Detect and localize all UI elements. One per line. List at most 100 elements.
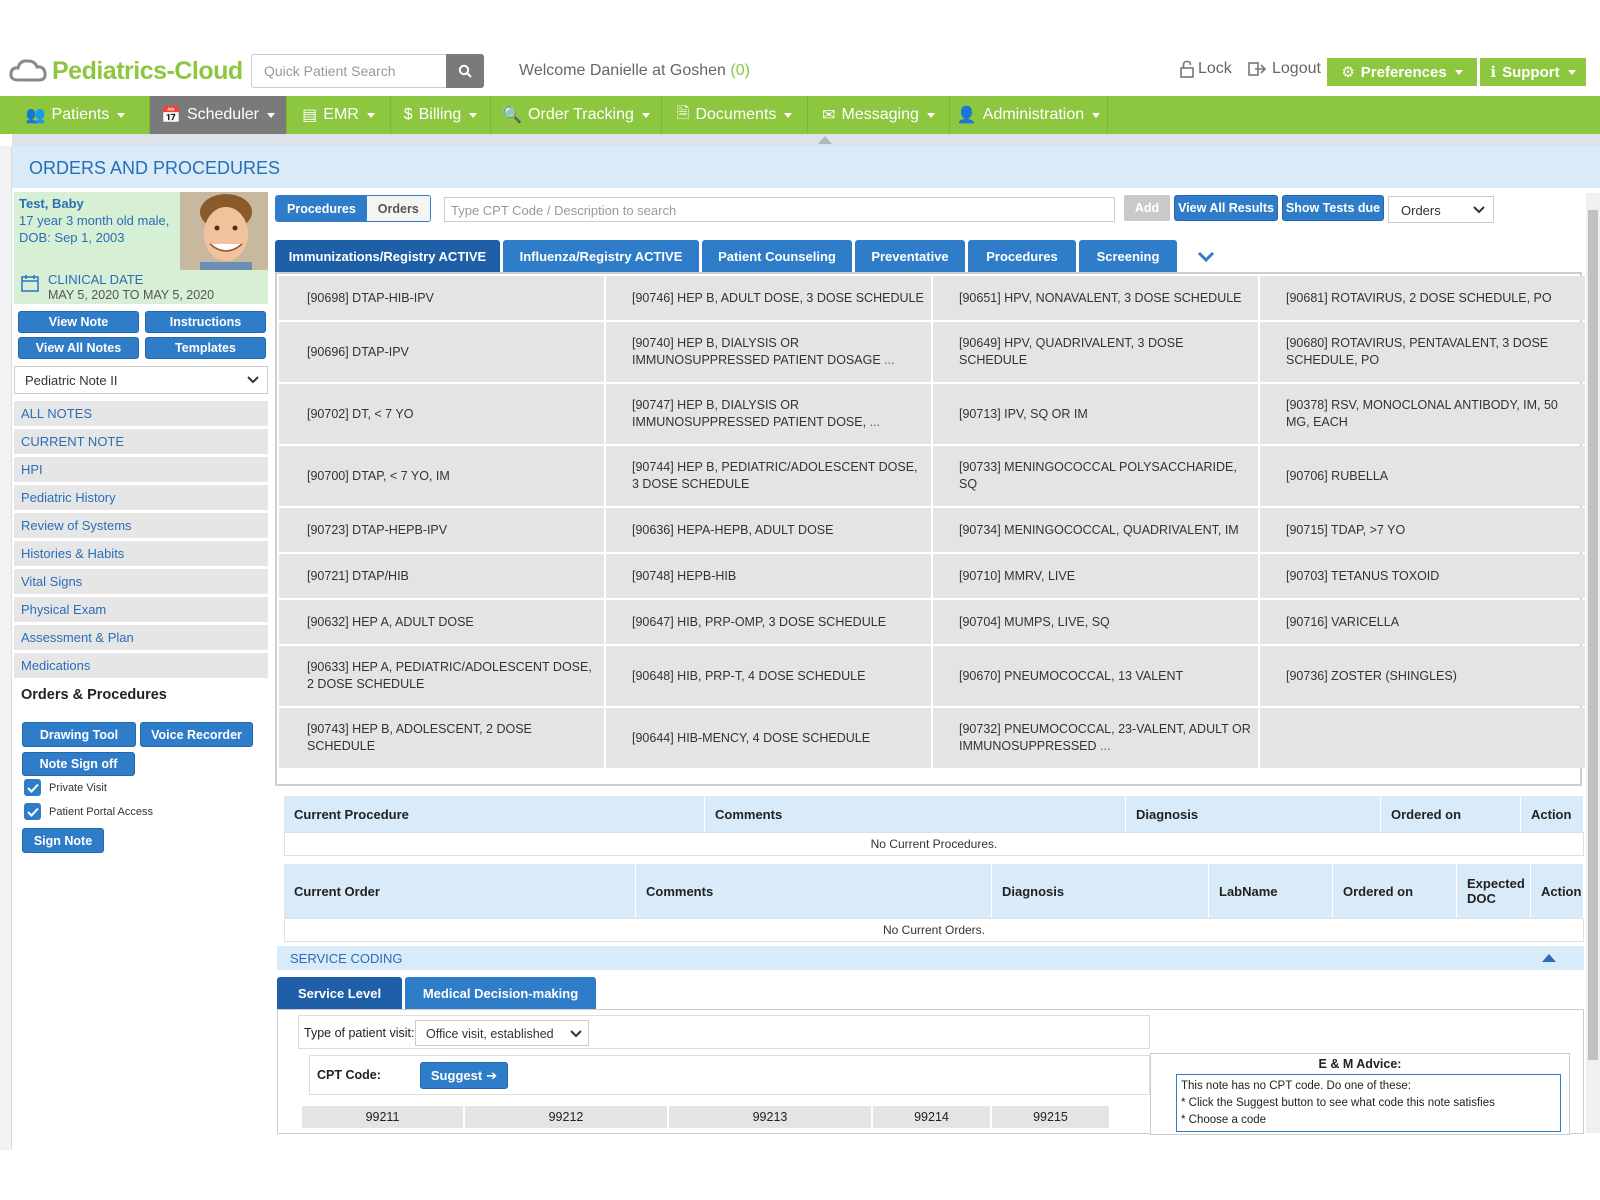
procedure-cell[interactable]: [90644] HIB-MENCY, 4 DOSE SCHEDULE [606,708,931,768]
procedure-cell[interactable]: [90713] IPV, SQ OR IM [933,384,1258,444]
note-type-select[interactable]: Pediatric Note II [14,366,268,394]
search-button[interactable] [446,54,484,88]
more-ellipsis[interactable]: ... [870,415,880,429]
orders-filter-select[interactable]: Orders [1388,196,1494,223]
procedure-cell[interactable]: [90649] HPV, QUADRIVALENT, 3 DOSE SCHEDU… [933,322,1258,382]
cpt-code-option[interactable]: 99211 [302,1106,465,1128]
procedure-cell[interactable]: [90648] HIB, PRP-T, 4 DOSE SCHEDULE [606,646,931,706]
procedure-cell[interactable]: [90723] DTAP-HEPB-IPV [279,508,604,552]
support-button[interactable]: ℹ Support [1480,58,1586,86]
procedure-cell[interactable]: [90748] HEPB-HIB [606,554,931,598]
sidebar-item-current-note[interactable]: CURRENT NOTE [14,429,268,454]
procedure-cell[interactable]: [90710] MMRV, LIVE [933,554,1258,598]
procedure-cell[interactable]: [90747] HEP B, DIALYSIS OR IMMUNOSUPPRES… [606,384,931,444]
procedure-cell[interactable]: [90681] ROTAVIRUS, 2 DOSE SCHEDULE, PO [1260,276,1585,320]
procedure-cell[interactable]: [90651] HPV, NONAVALENT, 3 DOSE SCHEDULE [933,276,1258,320]
procedure-cell[interactable]: [90647] HIB, PRP-OMP, 3 DOSE SCHEDULE [606,600,931,644]
voice-recorder-button[interactable]: Voice Recorder [140,722,253,747]
collapse-arrow-icon[interactable] [818,136,832,144]
tab-procedures[interactable]: Procedures [968,240,1076,272]
procedures-toggle-button[interactable]: Procedures [276,196,367,221]
more-tabs-chevron-icon[interactable] [1197,251,1215,263]
procedure-cell[interactable]: [90706] RUBELLA [1260,446,1585,506]
tab-influenza[interactable]: Influenza/Registry ACTIVE [503,240,699,272]
procedure-cell[interactable]: [90740] HEP B, DIALYSIS OR IMMUNOSUPPRES… [606,322,931,382]
drawing-tool-button[interactable]: Drawing Tool [22,722,136,747]
note-sign-off-button[interactable]: Note Sign off [22,752,135,776]
cpt-code-option[interactable]: 99212 [465,1106,669,1128]
procedure-cell[interactable]: [90746] HEP B, ADULT DOSE, 3 DOSE SCHEDU… [606,276,931,320]
scrollbar-thumb[interactable] [1588,210,1598,1060]
nav-order-tracking[interactable]: 🔍 Order Tracking [491,96,662,134]
lock-link[interactable]: Lock [1180,60,1232,78]
view-all-results-button[interactable]: View All Results [1174,195,1278,221]
sidebar-item-physical-exam[interactable]: Physical Exam [14,597,268,622]
procedure-cell[interactable]: [90736] ZOSTER (SHINGLES) [1260,646,1585,706]
portal-access-checkbox[interactable] [24,803,41,820]
tab-immunizations[interactable]: Immunizations/Registry ACTIVE [275,240,500,272]
message-count[interactable]: (0) [730,62,750,79]
procedure-cell[interactable]: [90744] HEP B, PEDIATRIC/ADOLESCENT DOSE… [606,446,931,506]
nav-messaging[interactable]: ✉ Messaging [808,96,950,134]
add-button[interactable]: Add [1124,195,1170,221]
cpt-code-option[interactable]: 99215 [992,1106,1111,1128]
cpt-code-option[interactable]: 99214 [873,1106,992,1128]
procedure-cell[interactable]: [90696] DTAP-IPV [279,322,604,382]
tab-service-level[interactable]: Service Level [277,977,402,1009]
tab-medical-decision-making[interactable]: Medical Decision-making [405,977,596,1009]
procedure-cell[interactable]: [90632] HEP A, ADULT DOSE [279,600,604,644]
procedure-cell[interactable]: [90702] DT, < 7 YO [279,384,604,444]
procedure-cell[interactable]: [90680] ROTAVIRUS, PENTAVALENT, 3 DOSE S… [1260,322,1585,382]
procedure-cell[interactable]: [90670] PNEUMOCOCCAL, 13 VALENT [933,646,1258,706]
procedure-cell[interactable]: [90378] RSV, MONOCLONAL ANTIBODY, IM, 50… [1260,384,1585,444]
orders-toggle-button[interactable]: Orders [366,196,430,221]
procedure-cell[interactable]: [90700] DTAP, < 7 YO, IM [279,446,604,506]
nav-documents[interactable]: 🗎 Documents [662,96,808,134]
sidebar-item-hpi[interactable]: HPI [14,457,268,482]
sidebar-item-vital-signs[interactable]: Vital Signs [14,569,268,594]
procedure-cell[interactable]: [90636] HEPA-HEPB, ADULT DOSE [606,508,931,552]
procedure-cell[interactable]: [90734] MENINGOCOCCAL, QUADRIVALENT, IM [933,508,1258,552]
collapse-arrow-icon[interactable] [1542,954,1556,962]
tab-screening[interactable]: Screening [1079,240,1177,272]
procedure-cell[interactable]: [90704] MUMPS, LIVE, SQ [933,600,1258,644]
nav-administration[interactable]: 👤 Administration [950,96,1108,134]
show-tests-due-button[interactable]: Show Tests due [1282,195,1384,221]
sidebar-item-review-of-systems[interactable]: Review of Systems [14,513,268,538]
preferences-button[interactable]: ⚙ Preferences [1327,58,1477,86]
templates-button[interactable]: Templates [145,337,266,359]
nav-billing[interactable]: $ Billing [391,96,491,134]
cpt-code-option[interactable]: 99213 [669,1106,873,1128]
nav-scheduler[interactable]: 📅 Scheduler [150,96,287,134]
procedure-cell[interactable]: [90703] TETANUS TOXOID [1260,554,1585,598]
cpt-search-input[interactable]: Type CPT Code / Description to search [444,197,1115,222]
service-coding-bar[interactable]: SERVICE CODING [277,946,1584,970]
suggest-button[interactable]: Suggest ➔ [420,1062,508,1089]
private-visit-checkbox[interactable] [24,779,41,796]
procedure-cell[interactable]: [90721] DTAP/HIB [279,554,604,598]
more-ellipsis[interactable]: ... [884,353,894,367]
quick-patient-search-input[interactable]: Quick Patient Search [251,54,446,88]
nav-patients[interactable]: 👥 Patients [2,96,150,134]
patient-name[interactable]: Test, Baby [19,196,84,211]
more-ellipsis[interactable]: ... [1100,739,1110,753]
tab-preventative[interactable]: Preventative [855,240,965,272]
procedure-cell[interactable]: [90716] VARICELLA [1260,600,1585,644]
procedure-cell[interactable]: [90733] MENINGOCOCCAL POLYSACCHARIDE, SQ [933,446,1258,506]
sign-note-button[interactable]: Sign Note [22,828,104,853]
procedure-cell[interactable]: [90698] DTAP-HIB-IPV [279,276,604,320]
view-all-notes-button[interactable]: View All Notes [18,337,139,359]
sidebar-item-assessment-plan[interactable]: Assessment & Plan [14,625,268,650]
procedure-cell[interactable]: [90715] TDAP, >7 YO [1260,508,1585,552]
procedure-cell[interactable]: [90633] HEP A, PEDIATRIC/ADOLESCENT DOSE… [279,646,604,706]
sidebar-item-pediatric-history[interactable]: Pediatric History [14,485,268,510]
instructions-button[interactable]: Instructions [145,311,266,333]
logout-link[interactable]: Logout [1248,60,1321,78]
left-edge-handle[interactable] [0,146,12,1150]
sidebar-item-all-notes[interactable]: ALL NOTES [14,401,268,426]
tab-patient-counseling[interactable]: Patient Counseling [702,240,852,272]
sidebar-item-orders-procedures[interactable]: Orders & Procedures [14,682,268,707]
procedure-cell[interactable]: [90743] HEP B, ADOLESCENT, 2 DOSE SCHEDU… [279,708,604,768]
view-note-button[interactable]: View Note [18,311,139,333]
app-logo[interactable]: Pediatrics-Cloud [8,56,243,86]
